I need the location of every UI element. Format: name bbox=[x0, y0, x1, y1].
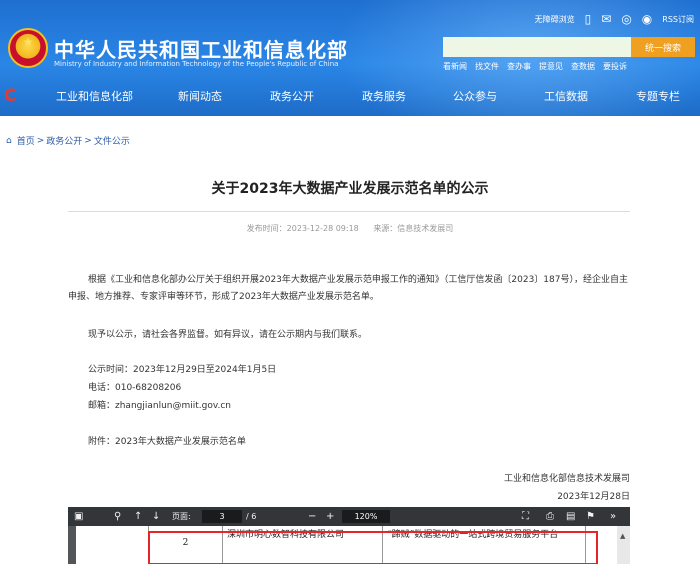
nav-item-topics[interactable]: 专题专栏 bbox=[636, 88, 680, 104]
pdf-page: 2 深圳市明心数智科技有限公司 “蹄贼”数据驱动的一站式跨境贸易服务平台 bbox=[76, 526, 617, 564]
nav-item-news[interactable]: 新闻动态 bbox=[178, 88, 222, 104]
quick-link[interactable]: 看新闻 bbox=[443, 61, 467, 72]
top-links: 无障碍浏览 ▯ ✉ ◎ ◉ RSS订阅 bbox=[535, 10, 694, 28]
body-paragraph: 现予以公示，请社会各界监督。如有异议，请在公示期内与我们联系。 bbox=[88, 330, 368, 340]
sign-date: 2023年12月28日 bbox=[557, 492, 630, 502]
weibo-icon[interactable]: ◉ bbox=[642, 12, 652, 26]
article-source: 来源：信息技术发展司 bbox=[373, 224, 454, 233]
nav-item-services[interactable]: 政务服务 bbox=[362, 88, 406, 104]
nav-item-data[interactable]: 工信数据 bbox=[544, 88, 588, 104]
highlight-box bbox=[148, 531, 598, 564]
zoom-select[interactable]: 120% bbox=[342, 510, 390, 523]
site-subtitle: Ministry of Industry and Information Tec… bbox=[54, 60, 339, 68]
article-meta: 发布时间：2023-12-28 09:18 来源：信息技术发展司 bbox=[0, 223, 700, 234]
contact-phone: 电话：010-68208206 bbox=[88, 383, 182, 393]
zoom-out-icon[interactable]: − bbox=[308, 510, 316, 523]
sidebar-toggle-icon[interactable]: ▣ bbox=[74, 510, 83, 523]
search-bar: 统一搜索 bbox=[443, 37, 695, 57]
page-label: 页面: bbox=[172, 512, 191, 521]
pdf-toolbar: ▣ ⚲ ↑ ↓ 页面: 3 / 6 − + 120% ⛶ ⎙ ▤ ⚑ » bbox=[68, 507, 630, 526]
ribbon-logo-icon: C bbox=[4, 86, 17, 106]
quick-link[interactable]: 要投诉 bbox=[603, 61, 627, 72]
accessible-browsing-link[interactable]: 无障碍浏览 bbox=[535, 14, 575, 25]
mail-icon[interactable]: ✉ bbox=[601, 12, 611, 26]
pdf-scrollbar[interactable]: ▲ bbox=[617, 526, 630, 564]
notice-period: 公示时间：2023年12月29日至2024年1月5日 bbox=[88, 365, 277, 375]
breadcrumb: ⌂ 首页 > 政务公开 > 文件公示 bbox=[6, 134, 130, 148]
home-icon: ⌂ bbox=[6, 135, 12, 146]
breadcrumb-home[interactable]: 首页 bbox=[17, 134, 35, 147]
wechat-icon[interactable]: ◎ bbox=[621, 12, 631, 26]
save-icon[interactable]: ▤ bbox=[566, 510, 575, 523]
quick-link[interactable]: 查办事 bbox=[507, 61, 531, 72]
page-down-icon[interactable]: ↓ bbox=[152, 510, 160, 523]
quick-links: 看新闻 找文件 查办事 提意见 查数据 要投诉 bbox=[443, 61, 627, 72]
more-tools-icon[interactable]: » bbox=[610, 510, 616, 523]
title-divider bbox=[68, 211, 630, 212]
scroll-up-icon[interactable]: ▲ bbox=[620, 532, 625, 540]
publish-time: 发布时间：2023-12-28 09:18 bbox=[246, 224, 359, 233]
attachment-link[interactable]: 附件：2023年大数据产业发展示范名单 bbox=[68, 434, 630, 451]
search-button[interactable]: 统一搜索 bbox=[631, 37, 695, 57]
page-total: / 6 bbox=[246, 512, 257, 521]
nav-item-ministry[interactable]: 工业和信息化部 bbox=[56, 88, 133, 104]
main-nav: C 工业和信息化部 新闻动态 政务公开 政务服务 公众参与 工信数据 专题专栏 bbox=[0, 81, 700, 112]
pdf-viewer: ▣ ⚲ ↑ ↓ 页面: 3 / 6 − + 120% ⛶ ⎙ ▤ ⚑ » 2 深… bbox=[68, 507, 630, 564]
breadcrumb-file-notice[interactable]: 文件公示 bbox=[94, 134, 130, 147]
article-title: 关于2023年大数据产业发展示范名单的公示 bbox=[211, 181, 489, 197]
search-input[interactable] bbox=[443, 37, 631, 57]
page-number-input[interactable]: 3 bbox=[202, 510, 242, 523]
quick-link[interactable]: 查数据 bbox=[571, 61, 595, 72]
page-up-icon[interactable]: ↑ bbox=[134, 510, 142, 523]
breadcrumb-separator: > bbox=[36, 135, 45, 146]
bookmark-icon[interactable]: ⚑ bbox=[586, 510, 595, 523]
search-icon[interactable]: ⚲ bbox=[114, 510, 121, 523]
quick-link[interactable]: 提意见 bbox=[539, 61, 563, 72]
quick-link[interactable]: 找文件 bbox=[475, 61, 499, 72]
contact-email: 邮箱：zhangjianlun@miit.gov.cn bbox=[88, 401, 232, 411]
nav-item-public-affairs[interactable]: 政务公开 bbox=[270, 88, 314, 104]
body-paragraph: 根据《工业和信息化部办公厅关于组织开展2023年大数据产业发展示范申报工作的通知… bbox=[68, 275, 628, 302]
site-title[interactable]: 中华人民共和国工业和信息化部 bbox=[54, 34, 348, 63]
print-icon[interactable]: ⎙ bbox=[546, 510, 554, 523]
signer: 工业和信息化部信息技术发展司 bbox=[503, 474, 630, 484]
nav-item-participation[interactable]: 公众参与 bbox=[453, 88, 497, 104]
mobile-icon[interactable]: ▯ bbox=[585, 12, 592, 26]
fullscreen-icon[interactable]: ⛶ bbox=[522, 510, 529, 523]
site-header: ★ 中华人民共和国工业和信息化部 Ministry of Industry an… bbox=[0, 0, 700, 116]
breadcrumb-public-affairs[interactable]: 政务公开 bbox=[46, 134, 82, 147]
breadcrumb-separator: > bbox=[84, 135, 92, 146]
national-emblem-icon: ★ bbox=[8, 28, 48, 68]
rss-link[interactable]: RSS订阅 bbox=[662, 14, 694, 25]
zoom-in-icon[interactable]: + bbox=[326, 510, 334, 523]
